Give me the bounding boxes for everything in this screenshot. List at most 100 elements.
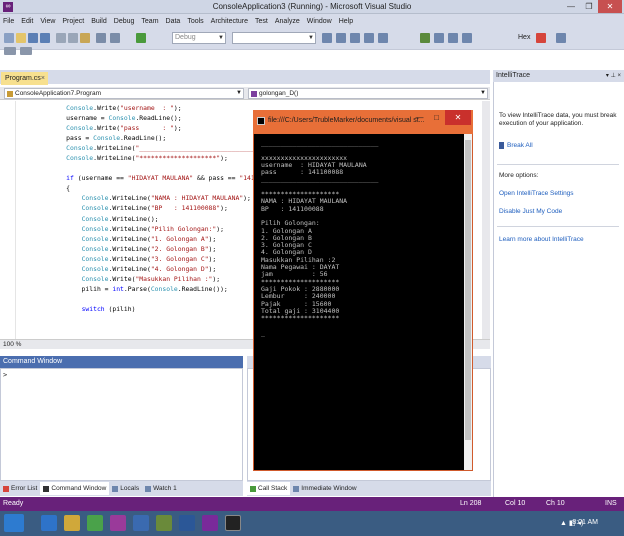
object-browser-icon[interactable] [364,33,374,43]
taskbar-visual-studio-icon[interactable] [202,515,218,531]
taskbar-ie-icon[interactable] [41,515,57,531]
menu-build[interactable]: Build [91,18,107,25]
cut-icon[interactable] [56,33,66,43]
editor-margin[interactable] [0,101,16,339]
continue-icon[interactable] [136,33,146,43]
menu-debug[interactable]: Debug [114,18,135,25]
console-line: _ [261,328,265,337]
menu-data[interactable]: Data [166,18,181,25]
taskbar-console-icon[interactable] [225,515,241,531]
more-options-label: More options: [499,172,539,179]
type-dropdown[interactable]: ConsoleApplication7.Program ▼ [4,88,244,99]
left-bottom-tabs: Error List Command Window Locals Watch 1 [0,481,243,496]
disable-just-my-code-link[interactable]: Disable Just My Code [499,208,617,216]
taskbar-explorer-icon[interactable] [64,515,80,531]
tab-command-window[interactable]: Command Window [40,482,110,495]
member-dropdown[interactable]: golongan_D() ▼ [248,88,488,99]
undo-icon[interactable] [96,33,106,43]
save-all-icon[interactable] [40,33,50,43]
close-button[interactable]: ✕ [598,0,622,13]
tab-immediate-window[interactable]: Immediate Window [290,482,359,495]
title-bar: ∞ ConsoleApplication3 (Running) - Micros… [0,0,624,14]
break-all-link[interactable]: Break All [507,142,624,150]
tab-program-cs[interactable]: Program.cs × [1,72,48,85]
divider [497,164,619,165]
menu-window[interactable]: Window [307,18,332,25]
tab-locals[interactable]: Locals [109,482,142,495]
taskbar-app-icon[interactable] [133,515,149,531]
console-title: file:///C:/Users/TrubleMarker/documents/… [268,117,425,124]
tab-watch-1[interactable]: Watch 1 [142,482,180,495]
menu-edit[interactable]: Edit [21,18,33,25]
command-window-header: Command Window [0,356,243,368]
start-button-icon[interactable] [4,514,24,532]
console-minimize-button[interactable]: — [411,110,428,125]
save-icon[interactable] [28,33,38,43]
hex-toggle[interactable]: Hex [518,34,530,41]
open-file-icon[interactable] [16,33,26,43]
close-tab-icon[interactable]: × [41,72,45,85]
console-line: ______________________________ [261,175,379,184]
command-window-icon [43,485,50,492]
menu-analyze[interactable]: Analyze [275,18,300,25]
new-project-icon[interactable] [4,33,14,43]
intellitrace-intro: To view IntelliTrace data, you must brea… [499,112,617,127]
taskbar-clock[interactable]: 8:01 AM [572,519,598,526]
menu-team[interactable]: Team [141,18,158,25]
tab-error-list[interactable]: Error List [0,482,40,495]
taskbar-app-icon[interactable] [156,515,172,531]
taskbar-chrome-icon[interactable] [87,515,103,531]
console-title-bar[interactable]: file:///C:/Users/TrubleMarker/documents/… [253,110,473,134]
solution-explorer-icon[interactable] [336,33,346,43]
menu-file[interactable]: File [3,18,14,25]
menu-help[interactable]: Help [339,18,353,25]
restore-button[interactable]: ❐ [580,0,598,13]
redo-icon[interactable] [110,33,120,43]
comment-out-icon[interactable] [4,47,16,55]
toolbox-icon[interactable] [378,33,388,43]
status-column: Col 10 [505,500,526,507]
call-stack-icon [250,485,256,492]
pin-close-icons[interactable]: ▾ ⊥ × [606,70,621,82]
copy-icon[interactable] [68,33,78,43]
breakpoints-icon[interactable] [536,33,546,43]
minimize-button[interactable]: — [562,0,580,13]
console-scroll-thumb[interactable] [465,140,471,440]
chevron-down-icon: ▼ [308,35,314,41]
menu-view[interactable]: View [40,18,55,25]
uncomment-icon[interactable] [20,47,32,55]
menu-tools[interactable]: Tools [187,18,203,25]
configuration-dropdown[interactable]: Debug ▼ [172,32,226,44]
taskbar-app-icon[interactable] [110,515,126,531]
command-window-input[interactable]: > [0,368,243,481]
intellitrace-panel [493,70,624,497]
step-out-icon[interactable] [462,33,472,43]
learn-more-link[interactable]: Learn more about IntelliTrace [499,236,617,244]
console-close-button[interactable]: ✕ [445,110,471,125]
tab-call-stack[interactable]: Call Stack [247,482,291,495]
class-icon [7,91,13,97]
console-maximize-button[interactable]: □ [428,110,445,125]
console-line: BP : 141100088 [261,204,324,213]
error-list-icon [3,485,9,492]
step-into-icon[interactable] [434,33,444,43]
console-app-icon [257,117,265,125]
show-next-statement-icon[interactable] [420,33,430,43]
editor-vertical-scrollbar[interactable] [482,101,490,339]
find-in-files-icon[interactable] [322,33,332,43]
menu-architecture[interactable]: Architecture [211,18,248,25]
status-ready: Ready [3,500,24,507]
immediate-window-icon [293,485,300,492]
locals-icon [112,485,119,492]
open-settings-link[interactable]: Open IntelliTrace Settings [499,190,617,198]
find-combo[interactable]: ▼ [232,32,316,44]
step-over-icon[interactable] [448,33,458,43]
paste-icon[interactable] [80,33,90,43]
window-controls: — ❐ ✕ [562,0,622,13]
properties-icon[interactable] [350,33,360,43]
menu-project[interactable]: Project [62,18,84,25]
taskbar-word-icon[interactable] [179,515,195,531]
menu-test[interactable]: Test [255,18,268,25]
toolbar-options-icon[interactable] [556,33,566,43]
